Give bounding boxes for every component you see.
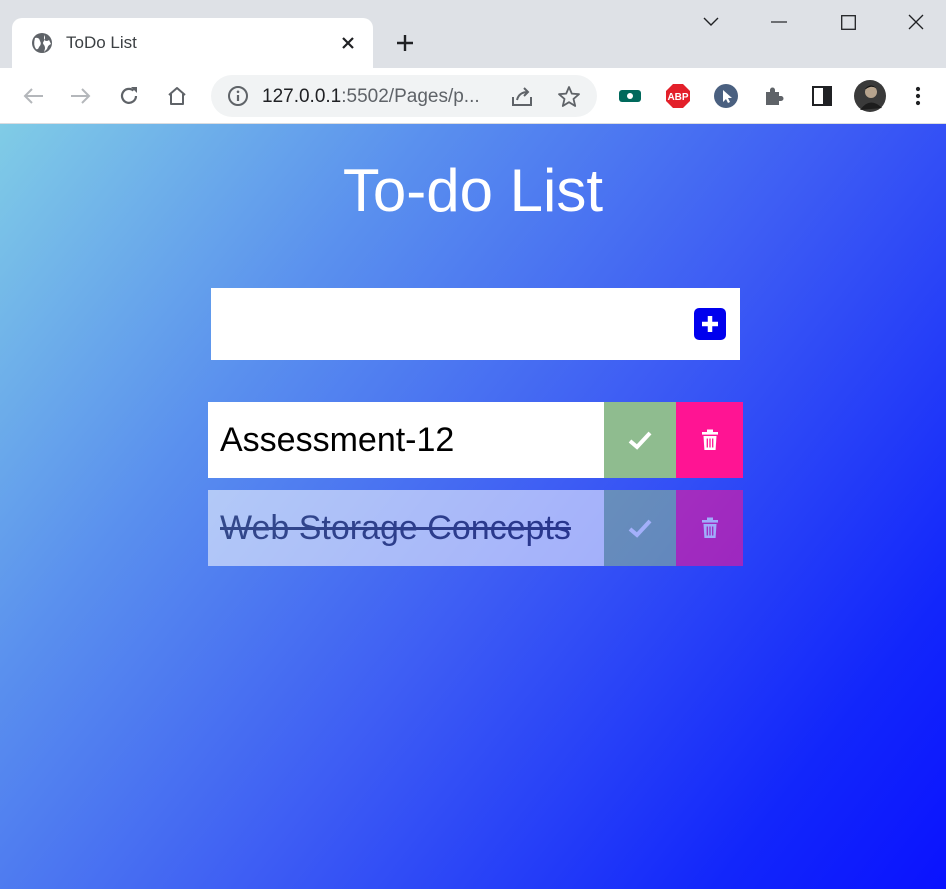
info-icon[interactable] — [227, 85, 249, 107]
complete-todo-button[interactable] — [604, 490, 676, 566]
home-icon[interactable] — [163, 82, 191, 110]
minimize-icon[interactable] — [764, 8, 794, 36]
adblock-plus-icon[interactable]: ABP — [664, 82, 692, 110]
browser-toolbar: 127.0.0.1:5502/Pages/p... ABP — [0, 68, 946, 124]
tab-strip: ToDo List — [0, 0, 946, 68]
side-panel-icon[interactable] — [808, 82, 836, 110]
share-icon[interactable] — [509, 84, 535, 110]
add-todo-button[interactable] — [694, 308, 726, 340]
plus-icon — [702, 316, 718, 332]
page-content: To-do List Assessment-12 Web Storage Con… — [0, 124, 946, 889]
url-path: :5502/Pages/p... — [341, 86, 480, 107]
trash-icon — [701, 517, 718, 538]
url-host: 127.0.0.1 — [262, 86, 342, 107]
globe-icon — [31, 32, 53, 54]
screen-recorder-extension-icon[interactable] — [616, 82, 644, 110]
profile-avatar[interactable] — [854, 80, 886, 112]
url-text: 127.0.0.1:5502/Pages/p... — [262, 86, 480, 108]
forward-arrow-icon[interactable] — [67, 82, 95, 110]
add-todo-form — [211, 288, 740, 360]
close-tab-icon[interactable] — [336, 31, 360, 55]
new-tab-icon[interactable] — [392, 30, 418, 56]
tab-search-icon[interactable] — [696, 8, 726, 36]
browser-tab[interactable]: ToDo List — [12, 18, 373, 68]
cursor-extension-icon[interactable] — [712, 82, 740, 110]
back-arrow-icon[interactable] — [19, 82, 47, 110]
page-title: To-do List — [342, 157, 604, 224]
tab-title: ToDo List — [66, 33, 137, 52]
maximize-icon[interactable] — [833, 8, 863, 36]
todo-input[interactable] — [211, 288, 681, 360]
todo-item-text: Assessment-12 — [208, 402, 604, 478]
delete-todo-button[interactable] — [676, 490, 743, 566]
check-icon — [628, 519, 652, 538]
abp-label: ABP — [667, 92, 688, 103]
todo-item: Assessment-12 — [208, 402, 743, 478]
todo-item-text: Web Storage Concepts — [208, 490, 604, 566]
todo-item-completed: Web Storage Concepts — [208, 490, 743, 566]
complete-todo-button[interactable] — [604, 402, 676, 478]
address-bar[interactable]: 127.0.0.1:5502/Pages/p... — [211, 75, 597, 117]
delete-todo-button[interactable] — [676, 402, 743, 478]
extensions-puzzle-icon[interactable] — [760, 82, 788, 110]
reload-icon[interactable] — [115, 82, 143, 110]
trash-icon — [701, 429, 718, 450]
kebab-menu-icon[interactable] — [904, 82, 932, 110]
close-window-icon[interactable] — [901, 8, 931, 36]
bookmark-star-icon[interactable] — [556, 84, 582, 110]
check-icon — [628, 431, 652, 450]
